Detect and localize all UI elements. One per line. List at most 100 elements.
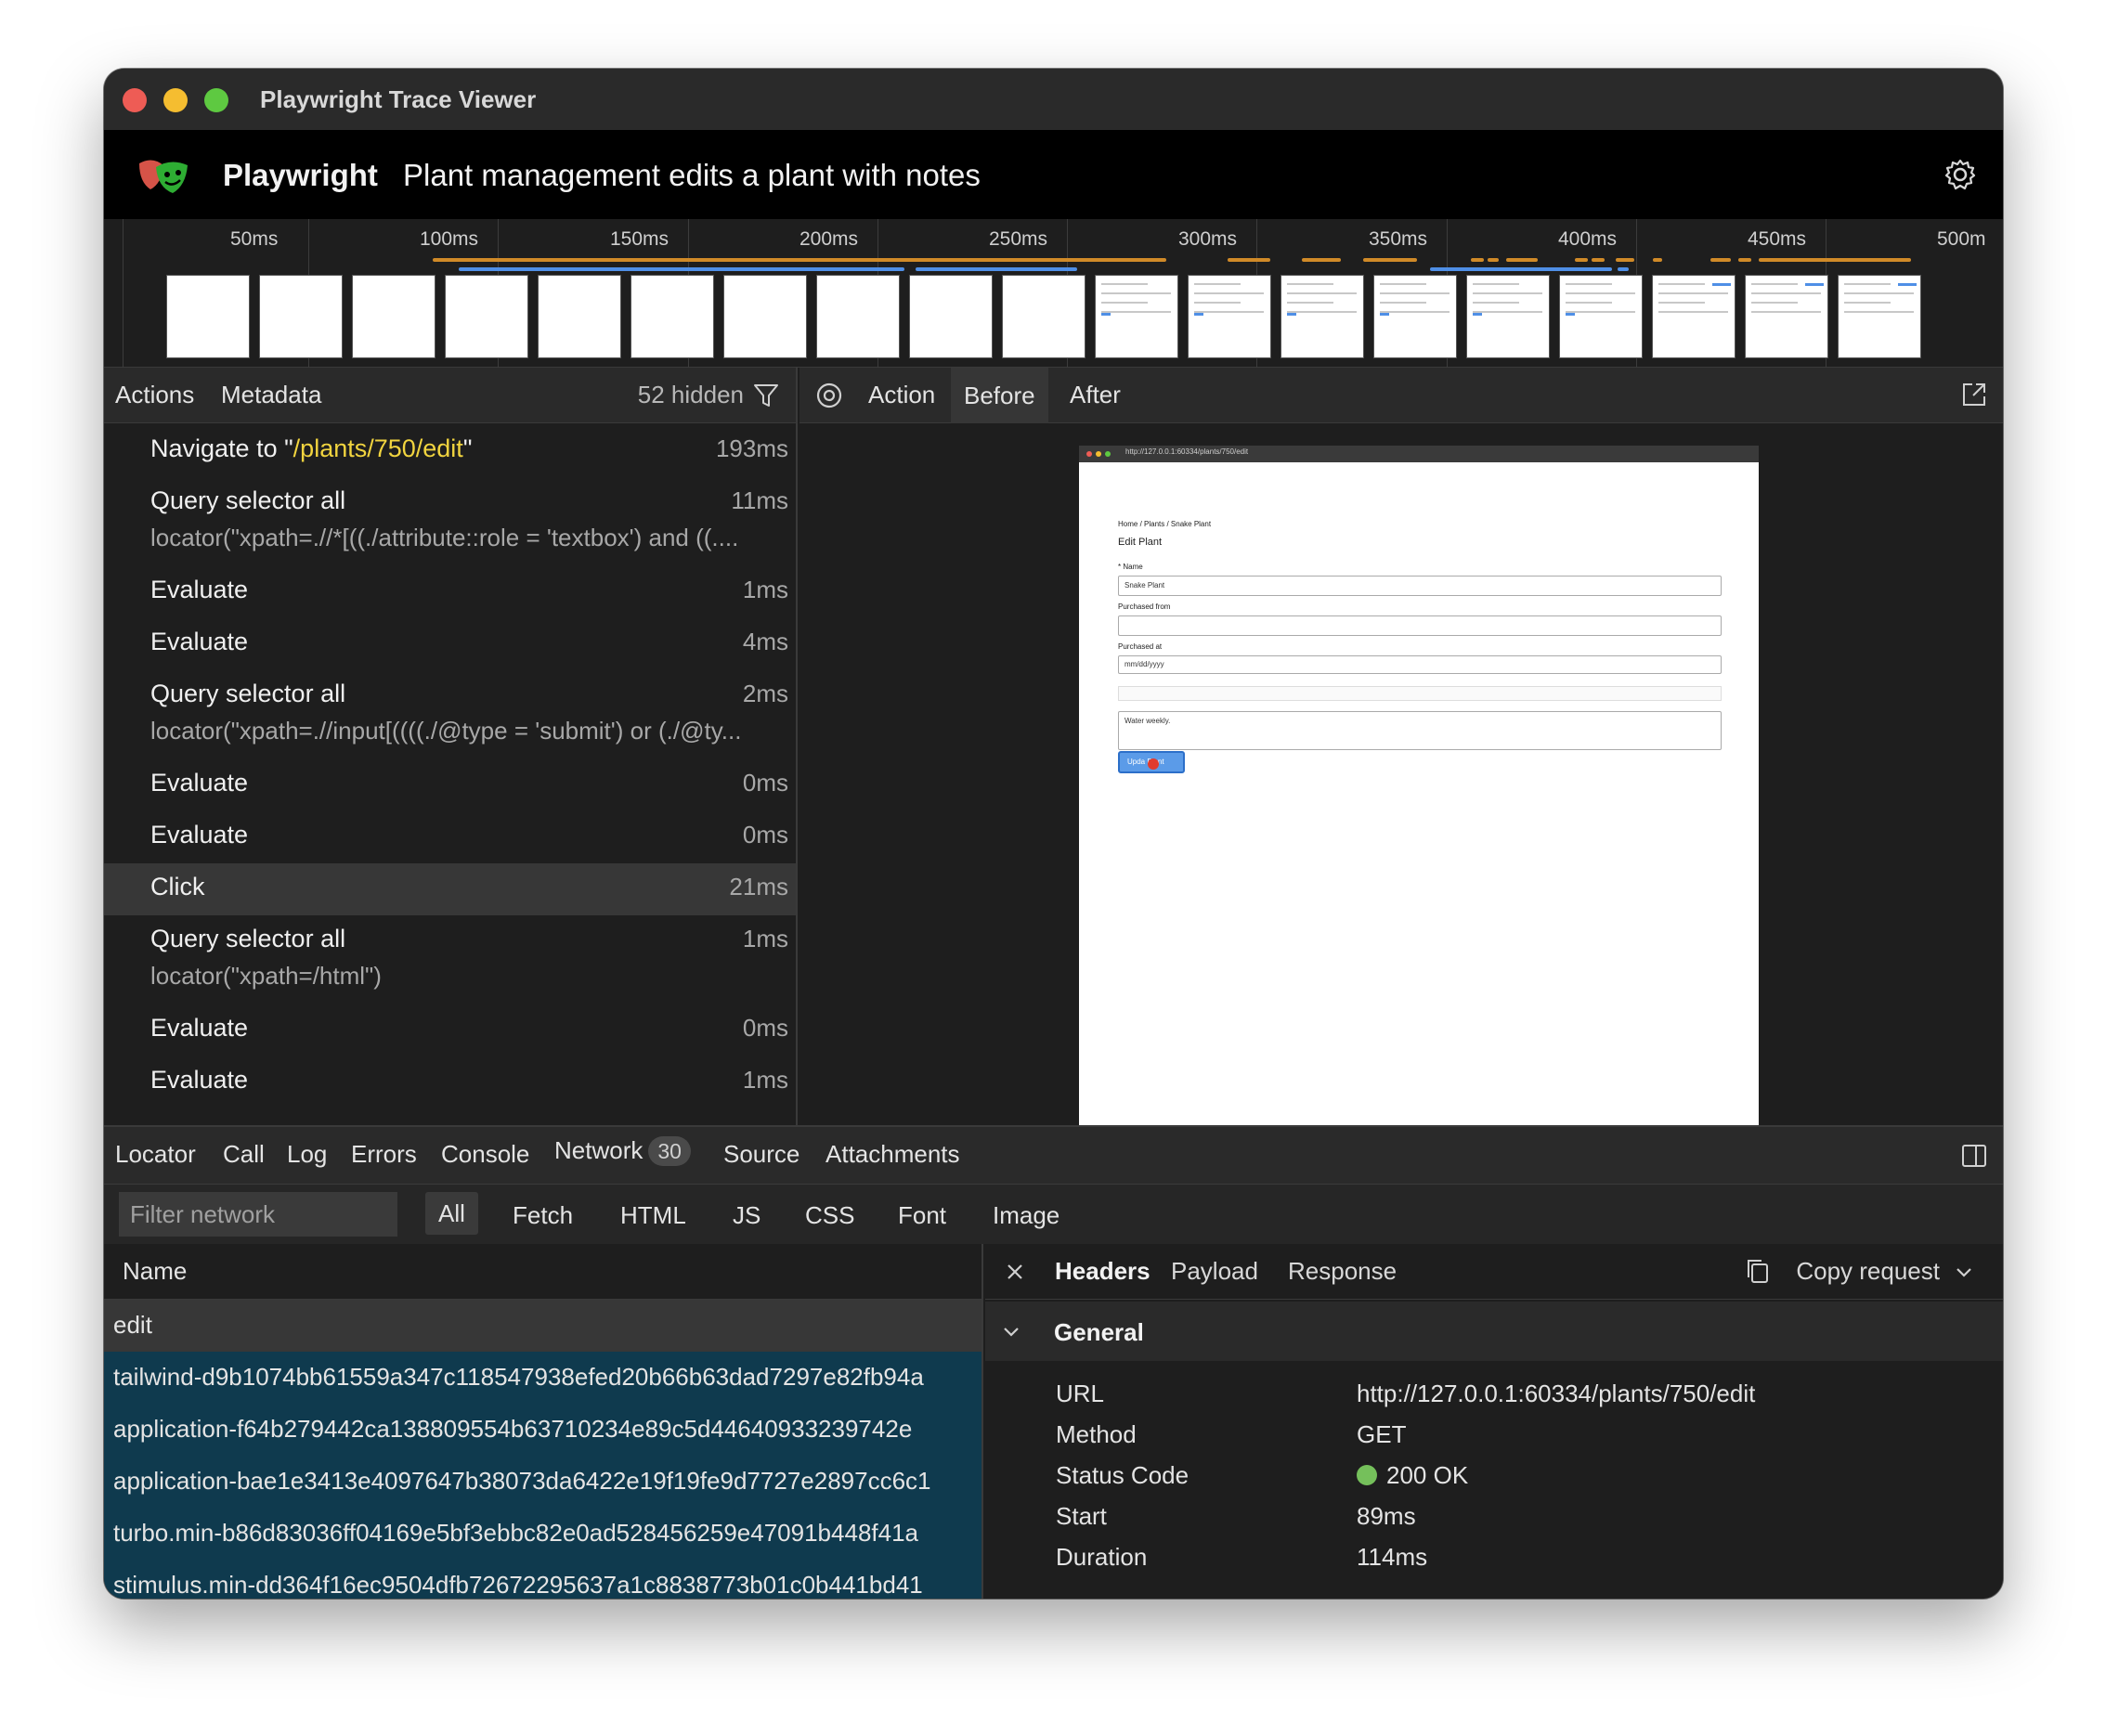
action-name: Navigate to "/plants/750/edit" <box>150 434 472 463</box>
action-item[interactable]: Evaluate 0ms <box>104 759 796 811</box>
network-row[interactable]: stimulus.min-dd364f16ec9504dfb7267229563… <box>104 1560 982 1599</box>
timeline-screenshot-thumbnail[interactable] <box>630 275 714 358</box>
tab-locator[interactable]: Locator <box>115 1140 196 1169</box>
timeline-screenshot-thumbnail[interactable] <box>1745 275 1828 358</box>
timeline-screenshot-thumbnail[interactable] <box>166 275 250 358</box>
snapshot-tab-bar: Action Before After <box>800 368 2003 423</box>
tab-headers[interactable]: Headers <box>1055 1257 1150 1286</box>
close-details-icon[interactable] <box>1002 1259 1028 1285</box>
filter-icon[interactable] <box>753 382 779 408</box>
snapshot-notes-editor: Water weekly. <box>1118 711 1722 750</box>
tab-action[interactable]: Action <box>868 381 935 409</box>
network-request-list: Name edit tailwind-d9b1074bb61559a347c11… <box>104 1244 983 1599</box>
timeline-screenshot-thumbnail[interactable] <box>352 275 436 358</box>
timeline-screenshot-thumbnail[interactable] <box>723 275 807 358</box>
action-item[interactable]: Query selector all 1ms locator("xpath=/htm… <box>104 915 796 1004</box>
timeline-screenshot-thumbnail[interactable] <box>1188 275 1271 358</box>
copy-request-button[interactable]: Copy request <box>1796 1257 1940 1286</box>
thumbnail-content-line <box>1566 283 1612 285</box>
close-window-button[interactable] <box>123 88 147 112</box>
tab-call[interactable]: Call <box>223 1140 265 1169</box>
filter-type-all[interactable]: All <box>425 1192 478 1235</box>
action-item[interactable]: Evaluate 0ms <box>104 1004 796 1056</box>
tab-payload[interactable]: Payload <box>1171 1257 1258 1286</box>
network-row[interactable]: application-bae1e3413e4097647b38073da642… <box>104 1456 982 1508</box>
action-item[interactable]: Query selector all 2ms locator("xpath=.//i… <box>104 670 796 759</box>
general-field-start: Start 89ms <box>985 1496 2003 1537</box>
action-item[interactable]: Evaluate 4ms <box>104 618 796 670</box>
column-name-header[interactable]: Name <box>123 1257 187 1286</box>
pick-locator-target-icon[interactable] <box>814 381 844 410</box>
filter-type-css[interactable]: CSS <box>805 1201 854 1230</box>
network-row[interactable]: tailwind-d9b1074bb61559a347c118547938efe… <box>104 1352 982 1404</box>
filter-type-html[interactable]: HTML <box>620 1201 686 1230</box>
filter-type-js[interactable]: JS <box>733 1201 760 1230</box>
timeline-screenshot-thumbnail[interactable] <box>1838 275 1921 358</box>
timeline-screenshot-thumbnail[interactable] <box>259 275 343 358</box>
timeline-screenshot-thumbnail[interactable] <box>445 275 528 358</box>
zoom-window-button[interactable] <box>204 88 228 112</box>
tab-attachments[interactable]: Attachments <box>826 1140 960 1169</box>
request-details-tab-bar: Headers Payload Response Copy request <box>985 1244 2003 1300</box>
snapshot-url: http://127.0.0.1:60334/plants/750/edit <box>1125 447 1249 456</box>
timeline-screenshot-thumbnail[interactable] <box>1095 275 1178 358</box>
thumbnail-content-line <box>1566 302 1612 304</box>
tab-console[interactable]: Console <box>441 1140 529 1169</box>
snapshot-notes-value: Water weekly. <box>1124 717 1171 725</box>
action-item[interactable]: Evaluate 1ms <box>104 566 796 618</box>
tab-actions[interactable]: Actions <box>115 381 194 409</box>
settings-gear-icon[interactable] <box>1944 158 1977 191</box>
network-row-name: turbo.min-b86d83036ff04169e5bf3ebbc82e0a… <box>113 1519 919 1547</box>
network-row[interactable]: turbo.min-b86d83036ff04169e5bf3ebbc82e0a… <box>104 1508 982 1560</box>
hidden-actions-count[interactable]: 52 hidden <box>638 381 744 409</box>
tab-log[interactable]: Log <box>287 1140 327 1169</box>
network-row-name: tailwind-d9b1074bb61559a347c118547938efe… <box>113 1363 924 1391</box>
action-item[interactable]: Evaluate 1ms <box>104 1056 796 1108</box>
network-row[interactable]: application-f64b279442ca138809554b637102… <box>104 1404 982 1456</box>
copy-icon[interactable] <box>1745 1257 1771 1285</box>
timeline-screenshot-thumbnail[interactable] <box>1373 275 1457 358</box>
toggle-sidebar-icon[interactable] <box>1960 1142 1988 1170</box>
action-item[interactable]: Navigate to "/plants/750/edit" 193ms <box>104 425 796 477</box>
timeline-screenshot-thumbnail[interactable] <box>538 275 621 358</box>
general-section-header[interactable]: General <box>985 1302 2003 1361</box>
timeline-screenshot-thumbnail[interactable] <box>1002 275 1086 358</box>
field-key: Duration <box>1056 1543 1148 1571</box>
snapshot-pane: Action Before After http://127.0.0.1:603… <box>800 368 2003 1125</box>
page-snapshot[interactable]: http://127.0.0.1:60334/plants/750/edit H… <box>1079 446 1759 1125</box>
tab-metadata[interactable]: Metadata <box>221 381 321 409</box>
minimize-window-button[interactable] <box>163 88 188 112</box>
timeline-screenshot-thumbnail[interactable] <box>909 275 993 358</box>
timeline-screenshot-thumbnail[interactable] <box>1559 275 1643 358</box>
thumbnail-content-line <box>1380 283 1426 285</box>
timeline-screenshot-thumbnail[interactable] <box>1280 275 1364 358</box>
action-name: Click <box>150 873 205 900</box>
tab-after[interactable]: After <box>1070 381 1121 409</box>
timeline-screenshot-thumbnail[interactable] <box>1466 275 1550 358</box>
tab-source[interactable]: Source <box>723 1140 800 1169</box>
tab-errors[interactable]: Errors <box>351 1140 417 1169</box>
timeline-activity-bar <box>1471 258 1484 262</box>
action-item[interactable]: Query selector all 11ms locator("xpath=.//… <box>104 477 796 566</box>
thumbnail-content-line <box>1473 292 1542 294</box>
tab-before[interactable]: Before <box>951 368 1048 423</box>
chevron-down-icon[interactable] <box>1953 1261 1975 1283</box>
network-row[interactable]: edit <box>104 1300 982 1352</box>
thumbnail-content-line <box>1566 311 1635 313</box>
filter-type-fetch[interactable]: Fetch <box>513 1201 573 1230</box>
open-snapshot-external-icon[interactable] <box>1960 381 1988 408</box>
action-item[interactable]: Evaluate 0ms <box>104 811 796 863</box>
field-key: Status Code <box>1056 1461 1190 1489</box>
filter-network-input[interactable] <box>119 1192 397 1237</box>
timeline[interactable]: 50ms 100ms 150ms 200ms 250ms 300ms 350ms 400ms 4… <box>104 219 2003 368</box>
filter-type-font[interactable]: Font <box>898 1201 946 1230</box>
action-item[interactable]: Click 21ms <box>104 863 796 915</box>
timeline-screenshot-thumbnail[interactable] <box>816 275 900 358</box>
tab-network[interactable]: Network 30 <box>554 1136 691 1166</box>
snapshot-rich-text-toolbar <box>1118 686 1722 701</box>
filter-type-image[interactable]: Image <box>993 1201 1060 1230</box>
timeline-screenshot-thumbnail[interactable] <box>1652 275 1736 358</box>
tab-response[interactable]: Response <box>1288 1257 1397 1286</box>
thumbnail-content-line <box>1844 302 1891 304</box>
timeline-activity-bar <box>1710 258 1731 262</box>
